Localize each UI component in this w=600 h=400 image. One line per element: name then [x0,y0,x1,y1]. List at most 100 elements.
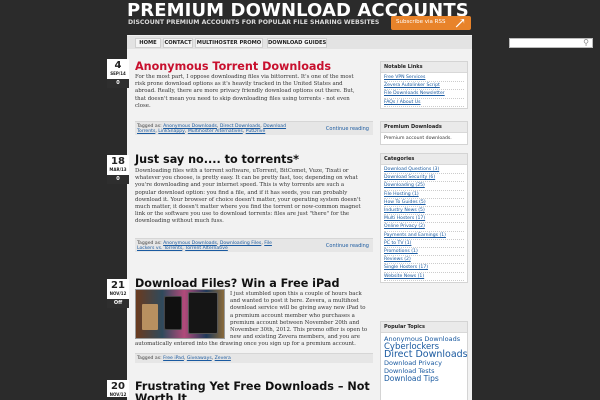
tag-link[interactable]: Torrent Alternative [185,246,228,251]
category-link[interactable]: Downloading (25) [384,183,425,188]
popular-topics-widget: Popular Topics Anonymous Downloads Cyber… [380,321,468,400]
sidebar-link-newsletter[interactable]: File Downloads Newsletter [384,91,445,96]
categories-widget: Categories Download Questions (3) Downlo… [380,153,468,283]
comment-count[interactable]: 0 [107,79,129,88]
post-date: 18 MAR/13 0 [107,155,129,184]
sidebar-link: FAQs / About Us [384,99,464,107]
tag-cloud-link[interactable]: Download Privacy [384,359,464,367]
nav-download-guides[interactable]: DOWNLOAD GUIDES [267,38,327,48]
sidebar-link: Zevera Autolinker Script [384,82,464,91]
widget-title: Premium Downloads [381,122,467,133]
post-line: much matter, it doesn't matter where you… [135,204,361,211]
post-line: that doesn't mean you need to skip downl… [135,95,350,102]
post-body: I just stumbled upon this a couple of ho… [230,291,375,341]
post-month: NOV/12 [109,392,127,397]
category-link[interactable]: Online Privacy (2) [384,224,425,229]
premium-downloads-widget: Premium Downloads Premium account downlo… [380,121,468,145]
sidebar-link-autolinker[interactable]: Zevera Autolinker Script [384,83,440,88]
comment-count[interactable]: Off [107,299,129,308]
category-link[interactable]: Reviews (2) [384,257,411,262]
post-line: November 30th, 2012. This promo offer is… [230,327,368,334]
sidebar-link: File Downloads Newsletter [384,90,464,99]
post-date: 4 SEP/14 0 [107,59,129,88]
widget-text: Premium account downloads. [384,136,452,141]
post-title-cont[interactable]: Worth It [135,392,187,400]
sidebar-link-vpn[interactable]: Free VPN Services [384,75,425,80]
post-line: close. [135,102,151,109]
tag-link[interactable]: Multihoster Alternatives [188,129,243,134]
nav-home[interactable]: HOME [135,38,161,48]
post-body-tail: automatically entered into the drawing o… [135,341,373,348]
image-box [142,304,158,330]
post-meta: Tagged as: Anonymous Downloads, Download… [135,238,373,252]
tag-link[interactable]: Free iPad [163,356,184,361]
notable-links-widget: Notable Links Free VPN Services Zevera A… [380,61,468,109]
tag-link[interactable]: Giveaways [187,356,212,361]
sidebar-link-faq[interactable]: FAQs / About Us [384,100,421,105]
post-line: and wanted to post it here. Zevera, a mu… [230,298,359,305]
category-link[interactable]: Industry News (5) [384,208,425,213]
tags-label: Tagged as: [137,356,162,361]
content-area: 4 SEP/14 0 Anonymous Torrent Downloads F… [107,49,472,400]
post-line: whatever you choose, is pretty easy. It … [135,175,358,182]
post-day: 20 [111,381,125,392]
tag-cloud-link[interactable]: Direct Downloads [384,350,468,360]
tag-link[interactable]: LinkSnappy [158,129,185,134]
post-line: For the most part, I oppose downloading … [135,74,354,80]
search-icon[interactable]: ⚲ [581,38,591,48]
post-date: 20 NOV/12 [107,380,129,397]
post-body: For the most part, I oppose downloading … [135,74,373,110]
category-link[interactable]: Download Security (6) [384,175,435,180]
continue-reading-link[interactable]: Continue reading [326,243,369,249]
post-line: premium account between November 20th an… [230,319,360,326]
post-month: MAR/13 [109,167,127,172]
post-line: you're downloading and your internet spe… [135,182,345,189]
post-tags: Tagged as: Anonymous Downloads, Direct D… [137,124,287,135]
post: 4 SEP/14 0 Anonymous Torrent Downloads F… [107,49,377,141]
post-date: 21 NOV/12 Off [107,279,129,308]
post-month: SEP/14 [110,71,126,76]
comment-count[interactable]: 0 [107,175,129,184]
widget-title: Popular Topics [381,322,467,333]
post-line: popular download option: you find a file… [135,189,348,196]
site-header: PREMIUM DOWNLOAD ACCOUNTS DISCOUNT PREMI… [0,0,600,36]
post-line: download it. Your browser of choice does… [135,196,361,203]
post-tags: Tagged as: Free iPad, Giveaways, Zevera [137,356,231,361]
continue-reading-link[interactable]: Continue reading [326,126,369,132]
post-title[interactable]: Just say no.... to torrents* [135,153,299,166]
post-meta: Tagged as: Free iPad, Giveaways, Zevera [135,353,373,363]
nav-contact[interactable]: CONTACT [163,38,193,48]
widget-title: Notable Links [381,62,467,73]
category-link[interactable]: File Hosting (1) [384,192,419,197]
category-link[interactable]: Multi Hosters (17) [384,216,425,221]
post-line: download service will be giving away new… [230,305,366,312]
tag-link[interactable]: PutDrive [246,129,266,134]
category-link[interactable]: PC to TV (1) [384,241,411,246]
post-line: Downloading files with a torrent softwar… [135,168,349,174]
category-link[interactable]: Payments and Earnings (1) [384,233,446,238]
post-title[interactable]: Anonymous Torrent Downloads [135,60,331,73]
post-line: link or the software you use to download… [135,211,350,218]
rss-subscribe-label: Subscribe via RSS [396,19,446,25]
post: 21 NOV/12 Off Download Files? Win a Free… [107,269,377,369]
site-tagline: DISCOUNT PREMIUM ACCOUNTS FOR POPULAR FI… [128,19,380,26]
category-link[interactable]: Promotions (1) [384,249,418,254]
ipad-promo-image[interactable] [135,289,225,339]
post-month: NOV/12 [109,291,127,296]
rss-icon[interactable]: ↗ [448,14,472,32]
widget-title: Categories [381,154,467,165]
post: 18 MAR/13 0 Just say no.... to torrents*… [107,145,377,265]
nav-multihoster-promo[interactable]: MULTIHOSTER PROMO [195,38,263,48]
post-day: 4 [114,60,122,71]
image-ipad-large [188,292,218,334]
tag-link[interactable]: Zevera [215,356,231,361]
tag-cloud: Anonymous Downloads Cyberlockers Direct … [381,333,468,385]
post-line: a premium account member who purchases a [230,312,355,319]
category-link[interactable]: Download Questions (3) [384,167,439,172]
category-link[interactable]: Single Hosters (17) [384,265,428,270]
post-day: 18 [111,156,125,167]
tag-cloud-link[interactable]: Download Tips [384,375,464,383]
category-link[interactable]: Website News (1) [384,274,424,279]
category-link[interactable]: How To Guides (5) [384,200,426,205]
post-line: I just stumbled upon this a couple of ho… [230,291,362,297]
